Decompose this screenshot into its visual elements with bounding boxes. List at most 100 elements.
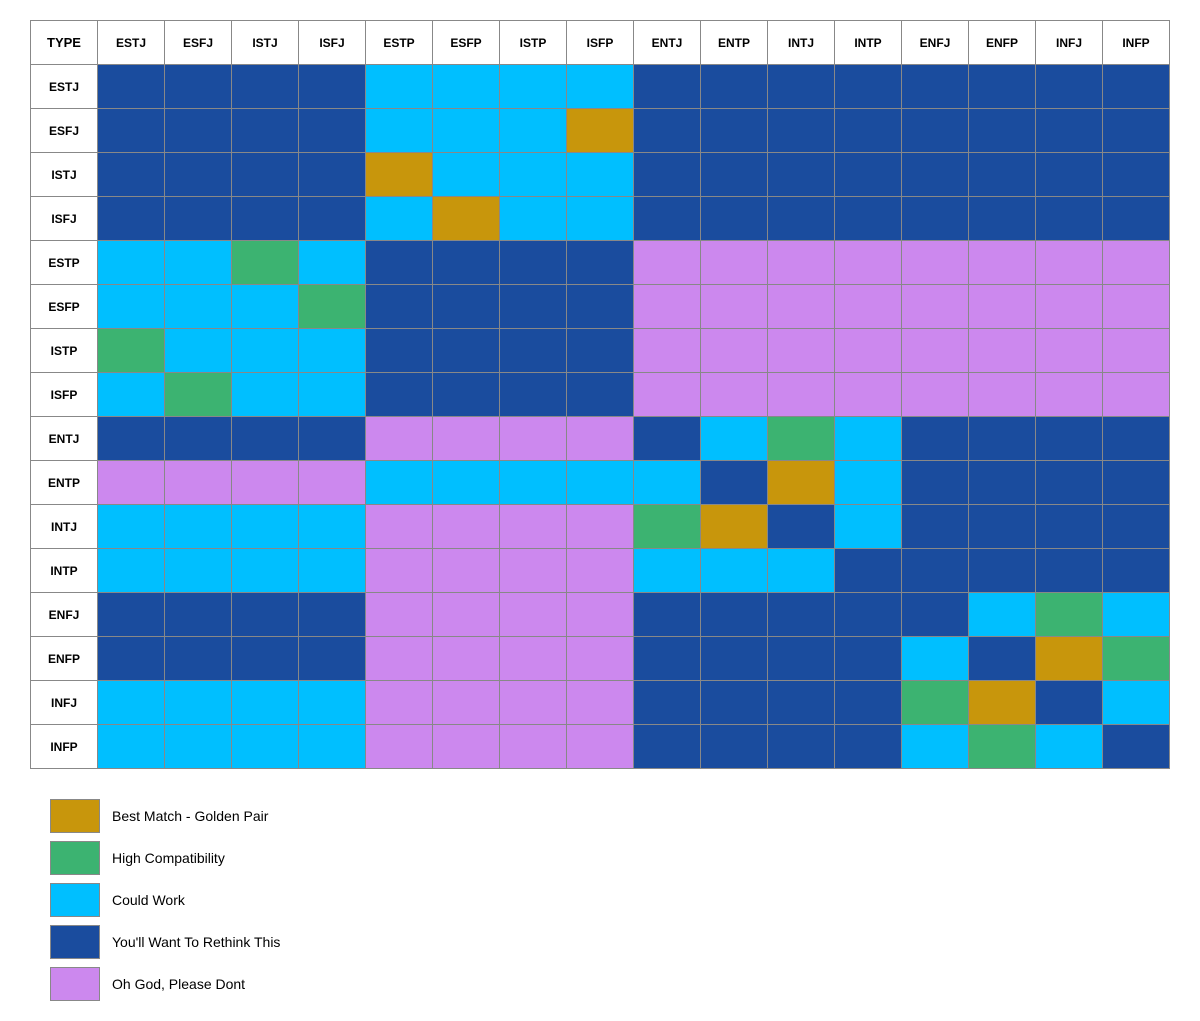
cell-ESFJ-ISTJ <box>232 109 299 153</box>
cell-ENTJ-ESTJ <box>98 417 165 461</box>
row-header-INFJ: INFJ <box>31 681 98 725</box>
cell-ENTJ-ISFJ <box>299 417 366 461</box>
cell-ISFJ-ISFJ <box>299 197 366 241</box>
cell-ISFP-INFP <box>1103 373 1170 417</box>
cell-ENFP-ESFP <box>433 637 500 681</box>
cell-ISFJ-INTP <box>835 197 902 241</box>
cell-INTP-INFJ <box>1036 549 1103 593</box>
cell-ESFP-ENFJ <box>902 285 969 329</box>
row-INTJ: INTJ <box>31 505 1170 549</box>
legend-color-box <box>50 967 100 1001</box>
cell-ESTJ-ENTP <box>701 65 768 109</box>
cell-ISFJ-ESFP <box>433 197 500 241</box>
cell-ISTP-ENTP <box>701 329 768 373</box>
cell-INTJ-ESTP <box>366 505 433 549</box>
cell-ENTP-ENFP <box>969 461 1036 505</box>
cell-ENFJ-ENTJ <box>634 593 701 637</box>
col-header-ESFP: ESFP <box>433 21 500 65</box>
cell-INTP-ISFJ <box>299 549 366 593</box>
cell-INTP-ESFJ <box>165 549 232 593</box>
cell-INTP-ESTJ <box>98 549 165 593</box>
col-header-ESFJ: ESFJ <box>165 21 232 65</box>
cell-INFJ-ISTJ <box>232 681 299 725</box>
cell-ENFJ-ESTJ <box>98 593 165 637</box>
legend-color-box <box>50 841 100 875</box>
cell-ENTJ-INFP <box>1103 417 1170 461</box>
cell-ESFP-ISFJ <box>299 285 366 329</box>
cell-ESTP-ISFJ <box>299 241 366 285</box>
row-header-ESFJ: ESFJ <box>31 109 98 153</box>
cell-ENFP-ISTP <box>500 637 567 681</box>
cell-ESFP-ENTJ <box>634 285 701 329</box>
cell-INFP-ENTJ <box>634 725 701 769</box>
cell-ESFJ-INFJ <box>1036 109 1103 153</box>
grid-wrapper: TYPEESTJESFJISTJISFJESTPESFPISTPISFPENTJ… <box>30 20 1170 769</box>
cell-ENTJ-ESFJ <box>165 417 232 461</box>
cell-ENFJ-INTJ <box>768 593 835 637</box>
cell-ESTJ-ISFJ <box>299 65 366 109</box>
cell-ESFJ-ENFP <box>969 109 1036 153</box>
cell-ENFP-ESTJ <box>98 637 165 681</box>
cell-ENFP-ENTJ <box>634 637 701 681</box>
legend-label: Best Match - Golden Pair <box>112 808 268 824</box>
cell-INTP-INTJ <box>768 549 835 593</box>
cell-ESTP-ESFP <box>433 241 500 285</box>
cell-ISTP-ESFJ <box>165 329 232 373</box>
cell-INFP-ISTP <box>500 725 567 769</box>
cell-ISFJ-ENFJ <box>902 197 969 241</box>
cell-ENTP-ESTP <box>366 461 433 505</box>
cell-ESTP-ENTJ <box>634 241 701 285</box>
cell-ESFP-ESFJ <box>165 285 232 329</box>
cell-ESFP-ISTJ <box>232 285 299 329</box>
cell-ISTP-ESFP <box>433 329 500 373</box>
cell-ISFP-ISFJ <box>299 373 366 417</box>
legend: Best Match - Golden PairHigh Compatibili… <box>30 799 1170 1001</box>
cell-ISFP-ESFP <box>433 373 500 417</box>
col-header-INTP: INTP <box>835 21 902 65</box>
cell-ENFP-ISFJ <box>299 637 366 681</box>
cell-ENFP-INTJ <box>768 637 835 681</box>
cell-ISTJ-ENTJ <box>634 153 701 197</box>
cell-ISTP-ESTJ <box>98 329 165 373</box>
cell-ESTJ-INFP <box>1103 65 1170 109</box>
cell-ISTP-ENFJ <box>902 329 969 373</box>
legend-item: Oh God, Please Dont <box>50 967 1170 1001</box>
cell-ENFJ-ENFJ <box>902 593 969 637</box>
cell-ISFP-INTP <box>835 373 902 417</box>
cell-ISFJ-INTJ <box>768 197 835 241</box>
cell-ENTP-ESTJ <box>98 461 165 505</box>
cell-ENTP-ESFJ <box>165 461 232 505</box>
cell-ESTJ-ENFP <box>969 65 1036 109</box>
row-header-ISFJ: ISFJ <box>31 197 98 241</box>
cell-ENFP-ENFP <box>969 637 1036 681</box>
cell-ESTP-ISFP <box>567 241 634 285</box>
cell-ESTP-INTJ <box>768 241 835 285</box>
cell-INTP-ENFJ <box>902 549 969 593</box>
cell-ISFP-INTJ <box>768 373 835 417</box>
cell-ESFJ-ESFP <box>433 109 500 153</box>
legend-item: You'll Want To Rethink This <box>50 925 1170 959</box>
cell-ISTJ-INFJ <box>1036 153 1103 197</box>
cell-ENTP-ISFP <box>567 461 634 505</box>
cell-INFP-INTP <box>835 725 902 769</box>
cell-ESTP-ESFJ <box>165 241 232 285</box>
cell-ISTP-ISTJ <box>232 329 299 373</box>
cell-ENFP-ESTP <box>366 637 433 681</box>
cell-ESFP-ENTP <box>701 285 768 329</box>
cell-ISFP-ENFP <box>969 373 1036 417</box>
cell-ESTJ-ENTJ <box>634 65 701 109</box>
cell-ISTP-INFJ <box>1036 329 1103 373</box>
cell-INFJ-ENFJ <box>902 681 969 725</box>
cell-INTJ-ENTJ <box>634 505 701 549</box>
cell-ISFJ-ESTJ <box>98 197 165 241</box>
cell-INFP-ISTJ <box>232 725 299 769</box>
cell-ENTJ-ENTP <box>701 417 768 461</box>
cell-ISFP-ENTP <box>701 373 768 417</box>
cell-ESTP-ISTP <box>500 241 567 285</box>
cell-ENTJ-ESFP <box>433 417 500 461</box>
corner-header: TYPE <box>31 21 98 65</box>
cell-ESFJ-ENTJ <box>634 109 701 153</box>
cell-INFP-ENTP <box>701 725 768 769</box>
cell-INTJ-ESFP <box>433 505 500 549</box>
cell-ESTJ-INTP <box>835 65 902 109</box>
